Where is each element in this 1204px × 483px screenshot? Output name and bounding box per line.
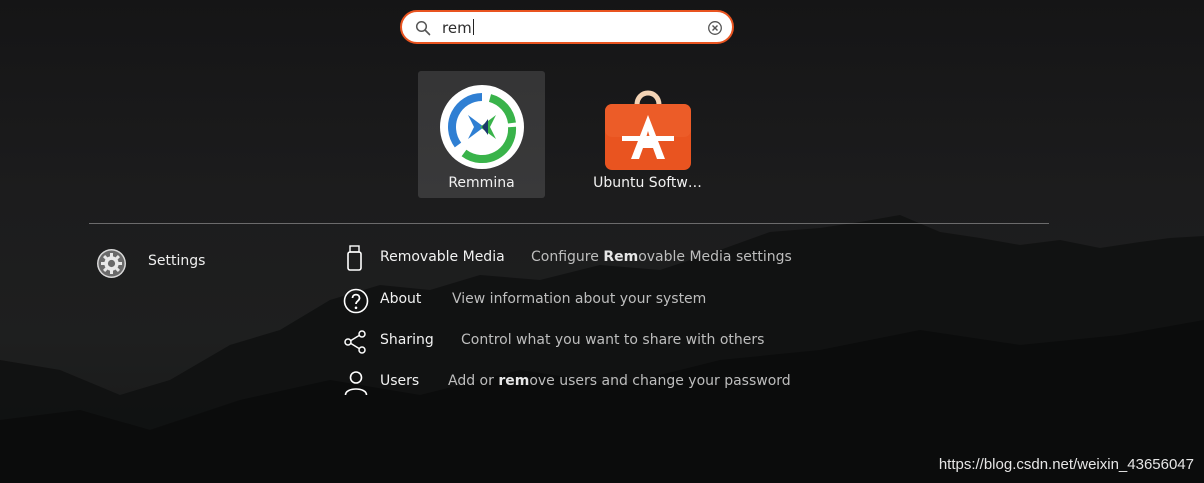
- app-label: Ubuntu Softw…: [593, 175, 702, 191]
- removable-media-icon: [347, 245, 362, 271]
- settings-gear-icon: [97, 249, 126, 278]
- app-tile-remmina[interactable]: Remmina: [418, 71, 545, 198]
- provider-name: Settings: [148, 253, 206, 269]
- remmina-icon: [440, 85, 524, 169]
- app-label: Remmina: [448, 175, 515, 191]
- result-description: Add or remove users and change your pass…: [448, 373, 791, 389]
- result-title: About: [380, 291, 422, 307]
- result-description: View information about your system: [452, 291, 707, 307]
- ubuntu-software-icon: [605, 90, 691, 170]
- result-title: Removable Media: [380, 249, 505, 265]
- watermark: https://blog.csdn.net/weixin_43656047: [938, 456, 1194, 473]
- search-input[interactable]: rem: [442, 19, 474, 37]
- about-question-icon: [343, 288, 369, 314]
- user-icon: [344, 371, 368, 396]
- result-description: Configure Removable Media settings: [531, 249, 792, 265]
- search-query: rem: [442, 19, 472, 37]
- clear-search-icon[interactable]: [707, 20, 723, 36]
- results-divider: [89, 223, 1049, 224]
- result-title: Users: [380, 373, 420, 389]
- text-caret: [472, 19, 474, 35]
- search-icon: [415, 20, 431, 36]
- result-description: Control what you want to share with othe…: [461, 332, 765, 348]
- search-box[interactable]: rem: [400, 10, 734, 44]
- result-title: Sharing: [380, 332, 434, 348]
- app-tile-ubuntu-software[interactable]: Ubuntu Softw…: [584, 71, 711, 198]
- sharing-icon: [344, 330, 366, 354]
